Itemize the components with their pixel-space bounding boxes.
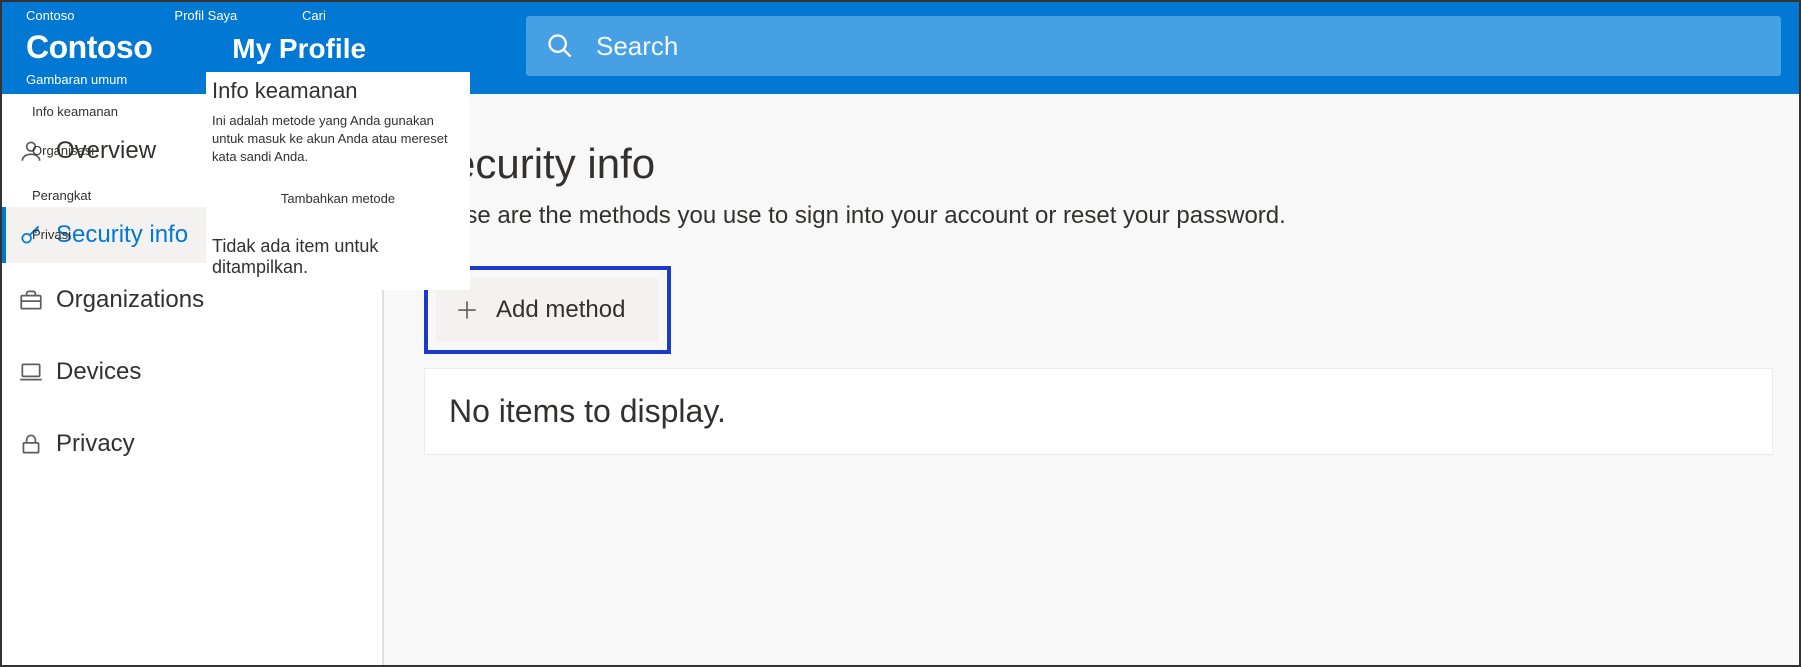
profile-small-label: Profil Saya (174, 8, 237, 23)
sidebar-item-devices[interactable]: Devices (2, 344, 382, 400)
search-icon (546, 32, 574, 60)
search-small-label: Cari (302, 8, 326, 23)
add-method-label: Add method (496, 296, 625, 324)
brand-small-label: Contoso (26, 8, 74, 23)
page-title: Security info (424, 140, 1799, 188)
page-subtitle: These are the methods you use to sign in… (424, 202, 1799, 230)
plus-icon (454, 297, 480, 323)
overlay-title: Info keamanan (212, 78, 464, 106)
search-input[interactable]: Search (526, 16, 1781, 76)
main-content: Security info These are the methods you … (384, 94, 1799, 665)
section-title: My Profile (232, 33, 366, 65)
sidebar-item-label: Organizations (56, 286, 204, 314)
briefcase-icon (18, 287, 44, 313)
brand-row: Contoso My Profile (26, 29, 382, 66)
no-items-text: No items to display. (449, 393, 1748, 430)
methods-list: No items to display. (424, 368, 1773, 455)
brand-title: Contoso (26, 29, 152, 66)
sidebar-item-privacy[interactable]: Privacy (2, 416, 382, 472)
lock-icon (18, 431, 44, 457)
sidebar-item-label: Devices (56, 358, 141, 386)
header-small-labels: Contoso Profil Saya (26, 8, 382, 23)
sidebar-item-label: Privacy (56, 430, 135, 458)
overlay-add-label: Tambahkan metode (212, 191, 464, 206)
overlay-no-items: Tidak ada item untuk ditampilkan. (212, 236, 464, 278)
translation-overlay: Info keamanan Ini adalah metode yang And… (206, 72, 470, 290)
search-wrap: Search (526, 16, 1781, 76)
search-placeholder: Search (596, 31, 678, 62)
laptop-icon (18, 359, 44, 385)
overlay-description: Ini adalah metode yang Anda gunakan untu… (212, 112, 464, 167)
